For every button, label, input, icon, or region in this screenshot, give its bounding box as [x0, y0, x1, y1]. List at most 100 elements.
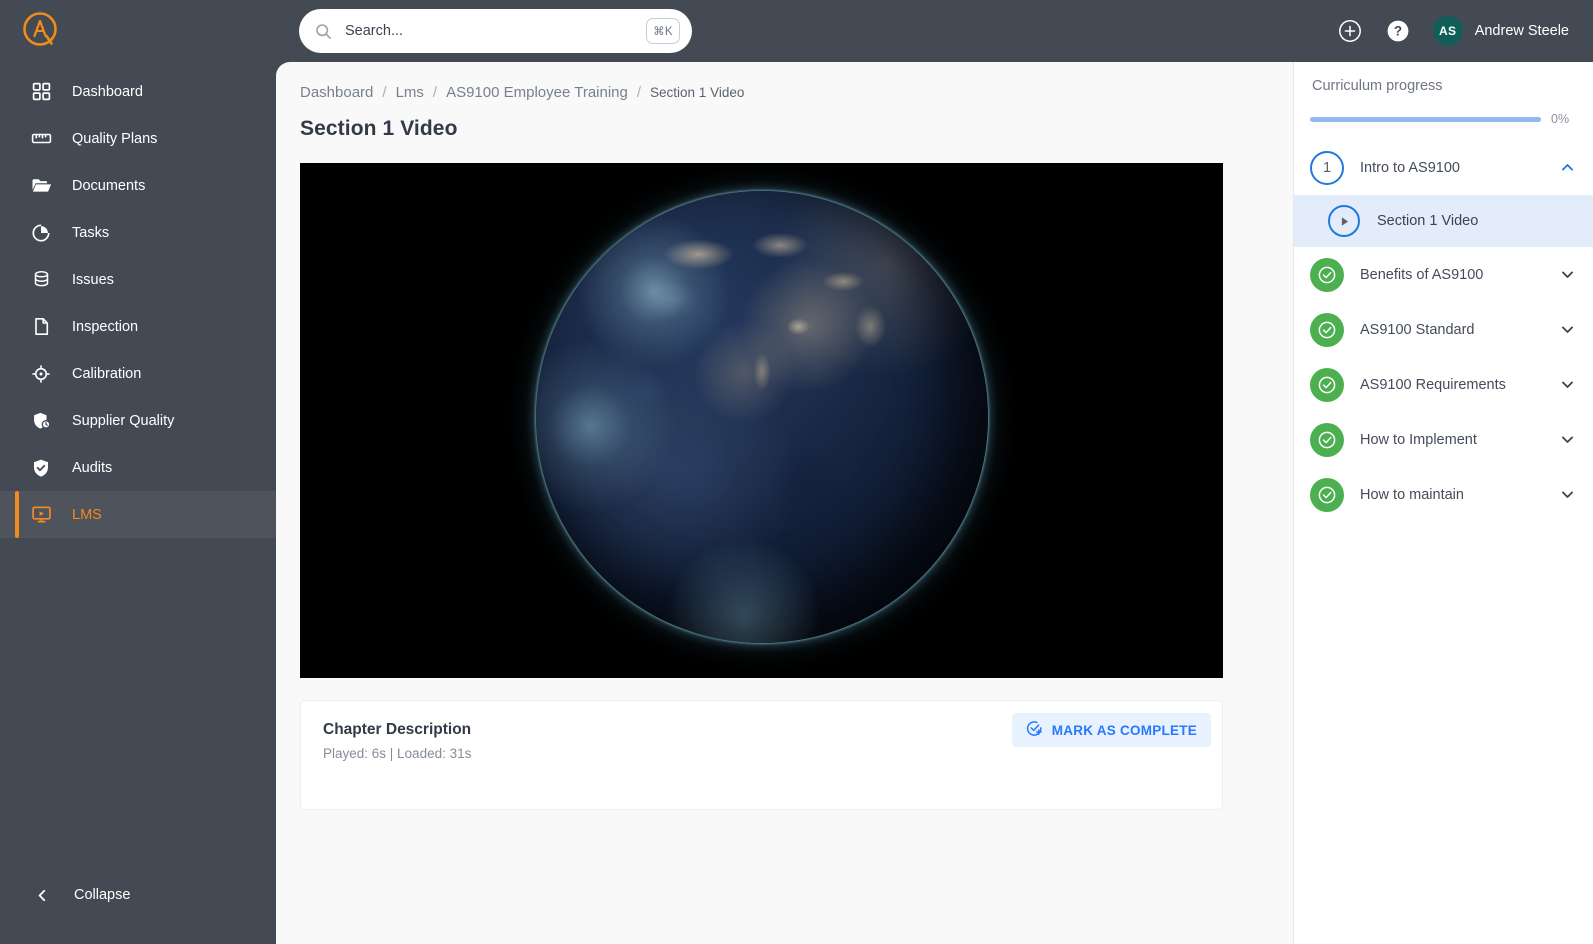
- search-input[interactable]: [345, 23, 646, 39]
- section-complete-check-icon: [1310, 313, 1344, 347]
- curriculum-section-list: 1 Intro to AS9100 Section 1 Video: [1294, 140, 1593, 522]
- curriculum-panel: Curriculum progress 0% 1 Intro to AS9100: [1293, 62, 1593, 944]
- curriculum-section-row[interactable]: Benefits of AS9100: [1294, 247, 1593, 302]
- section-label: How to maintain: [1360, 487, 1559, 503]
- sidebar-item-label: Tasks: [72, 225, 109, 241]
- sidebar: Dashboard Quality Plans: [0, 0, 276, 944]
- curriculum-progress: 0%: [1294, 112, 1593, 126]
- page-title: Section 1 Video: [300, 117, 1269, 141]
- section-complete-check-icon: [1310, 258, 1344, 292]
- sidebar-item-label: LMS: [72, 507, 102, 523]
- content-area: Dashboard / Lms / AS9100 Employee Traini…: [276, 62, 1593, 944]
- collapse-label: Collapse: [74, 887, 130, 903]
- curriculum-lesson-row[interactable]: Section 1 Video: [1294, 195, 1593, 247]
- video-monitor-icon: [30, 504, 52, 526]
- sidebar-item-label: Inspection: [72, 319, 138, 335]
- chevron-down-icon[interactable]: [1559, 377, 1575, 392]
- chevron-down-icon[interactable]: [1559, 432, 1575, 447]
- sidebar-item-issues[interactable]: Issues: [0, 256, 276, 303]
- collapse-sidebar-button[interactable]: Collapse: [0, 864, 276, 926]
- breadcrumb-separator: /: [637, 84, 641, 101]
- search-shortcut-badge: ⌘K: [646, 18, 680, 44]
- sidebar-item-label: Calibration: [72, 366, 141, 382]
- sidebar-item-documents[interactable]: Documents: [0, 162, 276, 209]
- chevron-up-icon[interactable]: [1559, 160, 1575, 175]
- avatar: AS: [1433, 16, 1463, 46]
- progress-bar-track: [1310, 117, 1541, 122]
- sidebar-item-inspection[interactable]: Inspection: [0, 303, 276, 350]
- sidebar-item-label: Quality Plans: [72, 131, 157, 147]
- breadcrumb-item-dashboard[interactable]: Dashboard: [300, 84, 373, 101]
- logo-container[interactable]: [0, 0, 276, 62]
- section-label: AS9100 Standard: [1360, 322, 1559, 338]
- sidebar-item-tasks[interactable]: Tasks: [0, 209, 276, 256]
- section-number-badge: 1: [1310, 151, 1344, 185]
- shield-badge-icon: [30, 410, 52, 432]
- playback-status: Played: 6s | Loaded: 31s: [323, 746, 1200, 761]
- curriculum-section-row[interactable]: AS9100 Standard: [1294, 302, 1593, 357]
- folder-icon: [30, 175, 52, 197]
- sidebar-item-label: Issues: [72, 272, 114, 288]
- curriculum-section-row[interactable]: How to Implement: [1294, 412, 1593, 467]
- breadcrumb-separator: /: [433, 84, 437, 101]
- mark-as-complete-label: MARK AS COMPLETE: [1052, 723, 1197, 738]
- curriculum-section-row[interactable]: AS9100 Requirements: [1294, 357, 1593, 412]
- grid-icon: [30, 81, 52, 103]
- earth-globe-visual: [536, 191, 988, 643]
- progress-circle-icon: [30, 222, 52, 244]
- qualityze-logo: [18, 8, 64, 54]
- curriculum-section-row[interactable]: 1 Intro to AS9100: [1294, 140, 1593, 195]
- ruler-icon: [30, 128, 52, 150]
- sidebar-item-label: Documents: [72, 178, 145, 194]
- section-label: How to Implement: [1360, 432, 1559, 448]
- user-menu[interactable]: AS Andrew Steele: [1433, 16, 1569, 46]
- sidebar-item-supplier-quality[interactable]: Supplier Quality: [0, 397, 276, 444]
- sidebar-nav: Dashboard Quality Plans: [0, 68, 276, 864]
- check-circle-plus-icon: [1026, 720, 1043, 740]
- chevron-left-icon: [36, 889, 49, 902]
- breadcrumb: Dashboard / Lms / AS9100 Employee Traini…: [300, 84, 1269, 101]
- search-icon: [315, 23, 333, 40]
- chevron-down-icon[interactable]: [1559, 267, 1575, 282]
- curriculum-progress-title: Curriculum progress: [1294, 78, 1593, 94]
- section-complete-check-icon: [1310, 478, 1344, 512]
- shield-check-icon: [30, 457, 52, 479]
- chevron-down-icon[interactable]: [1559, 322, 1575, 337]
- section-complete-check-icon: [1310, 423, 1344, 457]
- database-icon: [30, 269, 52, 291]
- video-player[interactable]: [300, 163, 1223, 678]
- sidebar-item-label: Audits: [72, 460, 112, 476]
- section-label: Benefits of AS9100: [1360, 267, 1559, 283]
- svg-text:?: ?: [1394, 24, 1402, 39]
- breadcrumb-item-lms[interactable]: Lms: [396, 84, 424, 101]
- sidebar-item-label: Dashboard: [72, 84, 143, 100]
- section-label: Intro to AS9100: [1360, 160, 1559, 176]
- chevron-down-icon[interactable]: [1559, 487, 1575, 502]
- crosshair-icon: [30, 363, 52, 385]
- topbar: ⌘K ? AS Andrew Steele: [276, 0, 1593, 62]
- sidebar-item-calibration[interactable]: Calibration: [0, 350, 276, 397]
- user-name: Andrew Steele: [1475, 23, 1569, 39]
- breadcrumb-item-current: Section 1 Video: [650, 85, 744, 100]
- sidebar-item-lms[interactable]: LMS: [0, 491, 276, 538]
- sidebar-item-dashboard[interactable]: Dashboard: [0, 68, 276, 115]
- chapter-description-card: Chapter Description Played: 6s | Loaded:…: [300, 700, 1223, 810]
- help-icon[interactable]: ?: [1385, 18, 1411, 44]
- play-circle-icon: [1328, 205, 1360, 237]
- sidebar-item-label: Supplier Quality: [72, 413, 174, 429]
- global-search[interactable]: ⌘K: [299, 9, 692, 53]
- progress-percent-label: 0%: [1551, 112, 1577, 126]
- breadcrumb-item-training[interactable]: AS9100 Employee Training: [446, 84, 628, 101]
- add-icon[interactable]: [1337, 18, 1363, 44]
- breadcrumb-separator: /: [382, 84, 386, 101]
- section-label: AS9100 Requirements: [1360, 377, 1559, 393]
- main-content: Dashboard / Lms / AS9100 Employee Traini…: [276, 62, 1293, 944]
- document-icon: [30, 316, 52, 338]
- lesson-label: Section 1 Video: [1377, 213, 1478, 229]
- sidebar-item-quality-plans[interactable]: Quality Plans: [0, 115, 276, 162]
- app-root: Dashboard Quality Plans: [0, 0, 1593, 944]
- curriculum-section-row[interactable]: How to maintain: [1294, 467, 1593, 522]
- section-complete-check-icon: [1310, 368, 1344, 402]
- sidebar-item-audits[interactable]: Audits: [0, 444, 276, 491]
- mark-as-complete-button[interactable]: MARK AS COMPLETE: [1012, 713, 1211, 747]
